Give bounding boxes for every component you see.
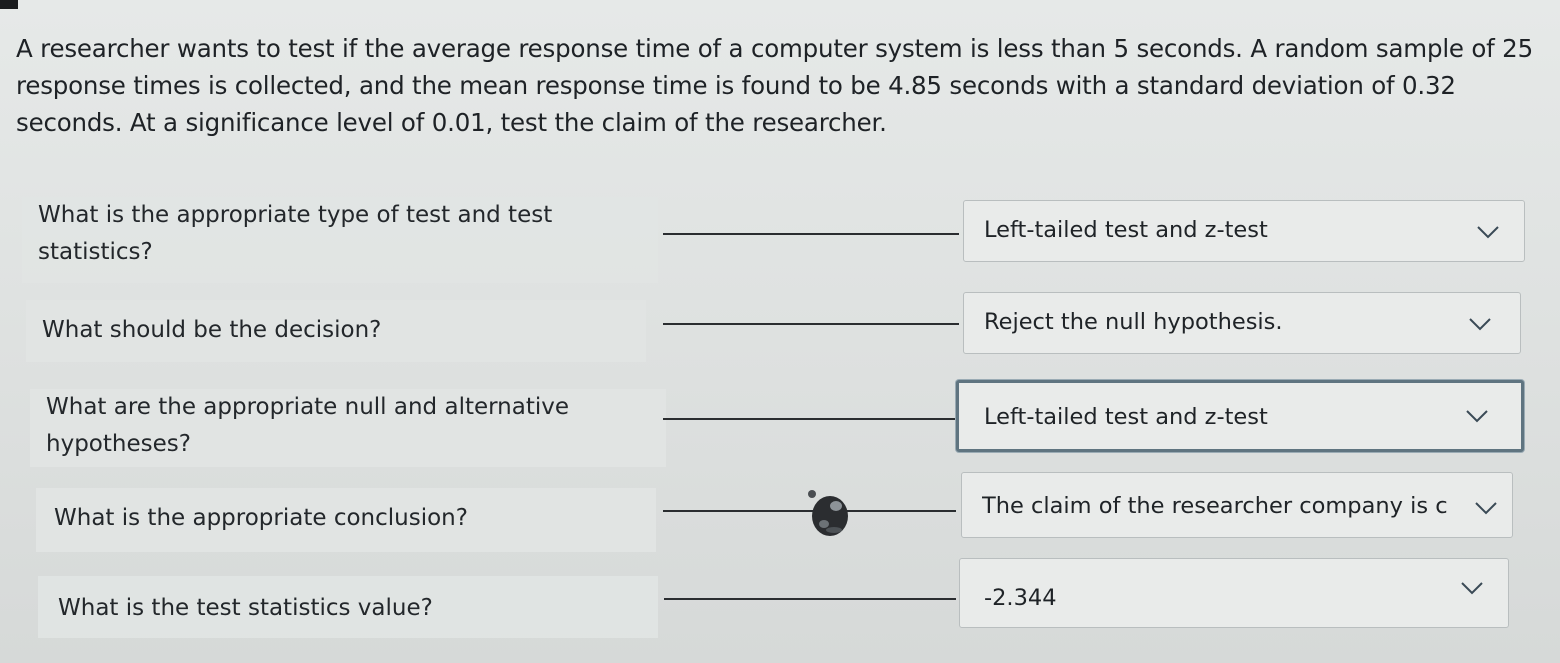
- answer-dropdown[interactable]: -2.344: [959, 558, 1509, 628]
- answer-blank-line: [663, 233, 959, 235]
- answer-blank-line: [663, 418, 955, 420]
- dropdown-selected-value: -2.344: [984, 585, 1057, 611]
- chevron-down-icon: [1474, 501, 1498, 515]
- answer-dropdown[interactable]: Left-tailed test and z-test: [963, 200, 1525, 262]
- prompt-label: What is the appropriate conclusion?: [36, 488, 656, 552]
- chevron-down-icon: [1465, 409, 1489, 423]
- dropdown-selected-value: Reject the null hypothesis.: [984, 309, 1283, 335]
- dropdown-selected-value: Left-tailed test and z-test: [984, 404, 1268, 430]
- answer-blank-line: [664, 598, 956, 600]
- answer-dropdown[interactable]: Reject the null hypothesis.: [963, 292, 1521, 354]
- prompt-label: What is the test statistics value?: [38, 576, 658, 638]
- answer-blank-line: [663, 323, 959, 325]
- chevron-down-icon: [1476, 225, 1500, 239]
- chevron-down-icon: [1460, 581, 1484, 595]
- answer-dropdown[interactable]: Left-tailed test and z-test: [956, 380, 1524, 452]
- prompt-label: What should be the decision?: [26, 300, 646, 362]
- dropdown-selected-value: Left-tailed test and z-test: [984, 217, 1268, 243]
- chevron-down-icon: [1468, 317, 1492, 331]
- question-text: A researcher wants to test if the averag…: [16, 34, 1533, 137]
- answer-dropdown[interactable]: The claim of the researcher company is c: [961, 472, 1513, 538]
- prompt-label: What is the appropriate type of test and…: [22, 197, 658, 283]
- prompt-label: What are the appropriate null and altern…: [30, 389, 666, 467]
- cursor-icon: [806, 488, 854, 540]
- corner-mark: [0, 0, 18, 9]
- dropdown-selected-value: The claim of the researcher company is c: [982, 493, 1448, 519]
